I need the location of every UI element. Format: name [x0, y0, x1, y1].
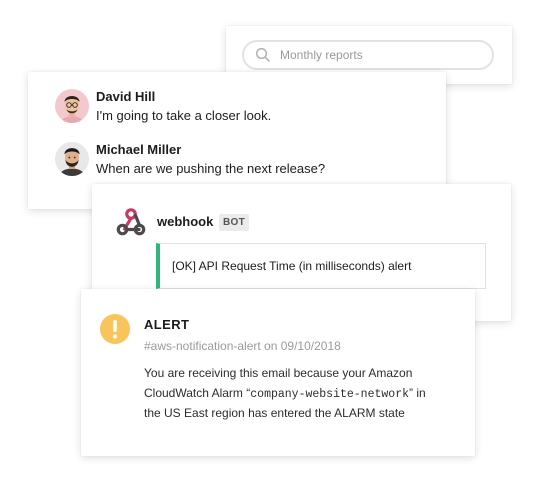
message-author[interactable]: David Hill	[96, 89, 155, 104]
alarm-name: company-website-network	[250, 387, 409, 401]
alert-body-text: the US East	[144, 406, 212, 420]
alert-body-text: region has entered the ALARM state	[211, 406, 405, 420]
avatar[interactable]	[55, 142, 89, 176]
attachment-text: [OK] API Request Time (in milliseconds) …	[172, 259, 412, 273]
search-bar[interactable]	[242, 40, 494, 70]
alert-body-line: You are receiving this email because you…	[144, 366, 413, 380]
message-text: I'm going to take a closer look.	[96, 108, 272, 123]
attachment: [OK] API Request Time (in milliseconds) …	[156, 243, 486, 289]
alert-body-text: CloudWatch Alarm “	[144, 385, 251, 400]
bot-name[interactable]: webhook	[157, 214, 213, 229]
webhook-icon	[116, 208, 146, 236]
canvas: David Hill I'm going to take a closer lo…	[0, 0, 537, 485]
search-icon	[255, 47, 270, 62]
alert-subtitle[interactable]: #aws-notification-alert on 09/10/2018	[144, 339, 341, 353]
alert-body-line: CloudWatch Alarm “company-website-networ…	[144, 384, 458, 405]
exclamation-icon	[100, 314, 130, 344]
alert-title: ALERT	[144, 317, 190, 332]
message-text: When are we pushing the next release?	[96, 161, 326, 176]
search-input[interactable]	[280, 46, 480, 64]
alert-body-line: the US East region has entered the ALARM…	[144, 404, 458, 424]
bot-badge: BOT	[219, 214, 250, 231]
message-author[interactable]: Michael Miller	[96, 142, 181, 157]
alert-card: ALERT #aws-notification-alert on 09/10/2…	[81, 289, 475, 456]
avatar[interactable]	[55, 89, 89, 123]
alert-body-text: ” in	[409, 385, 426, 400]
alert-body: You are receiving this email because you…	[144, 364, 458, 424]
